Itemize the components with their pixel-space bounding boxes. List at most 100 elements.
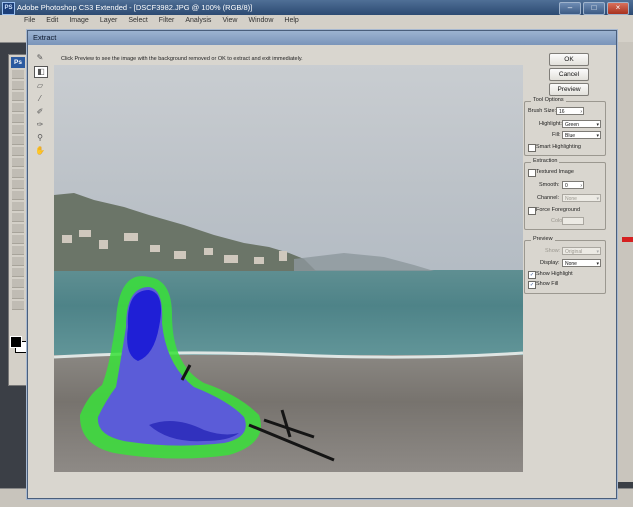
photo-scene [54,193,523,462]
slice-tool[interactable] [12,125,24,134]
type-tool[interactable] [12,235,24,244]
crop-tool[interactable] [12,114,24,123]
instruction-text: Click Preview to see the image with the … [61,56,303,62]
smooth-value: 0 [565,183,568,189]
hand-tool[interactable] [12,290,24,299]
eyedropper-icon[interactable]: ⁄ [34,94,46,104]
stamp-tool[interactable] [12,158,24,167]
chevron-right-icon: › [580,183,582,189]
foreground-color-swatch[interactable] [10,336,22,348]
cancel-button[interactable]: Cancel [549,68,589,81]
menu-item-edit[interactable]: Edit [46,17,58,24]
hand-icon[interactable]: ✋ [34,146,46,156]
channel-label: Channel: [537,195,560,201]
channel-select[interactable]: None ▾ [562,194,601,202]
chevron-down-icon: ▾ [596,249,599,255]
show-highlight-checkbox[interactable]: ✓ [528,271,536,279]
menu-item-analysis[interactable]: Analysis [185,17,211,24]
menu-item-filter[interactable]: Filter [159,17,175,24]
dialog-titlebar: Extract [28,31,616,45]
show-label: Show: [545,248,561,254]
force-foreground-checkbox[interactable] [528,207,536,215]
extract-dialog: Extract ✎ ◧ ▱ ⁄ ✐ ✑ ⚲ ✋ Click Preview to… [27,30,617,499]
eraser-icon[interactable]: ▱ [34,81,46,91]
menu-item-select[interactable]: Select [128,17,147,24]
photoshop-badge: Ps [11,57,25,68]
menu-item-file[interactable]: File [24,17,35,24]
notes-tool[interactable] [12,268,24,277]
close-button[interactable]: × [607,2,629,15]
preview-button[interactable]: Preview [549,83,589,96]
fill-select[interactable]: Blue ▾ [562,131,601,139]
show-fill-checkbox[interactable]: ✓ [528,281,536,289]
chevron-down-icon: ▾ [596,196,599,202]
pen-tool[interactable] [12,224,24,233]
photoshop-logo-icon: PS [2,2,15,15]
menu-item-window[interactable]: Window [248,17,273,24]
smooth-label: Smooth: [539,182,560,188]
highlight-select[interactable]: Green ▾ [562,120,601,128]
healing-brush-tool[interactable] [12,136,24,145]
chevron-right-icon: › [580,109,582,115]
display-label: Display: [540,260,560,266]
menu-item-view[interactable]: View [222,17,237,24]
menu-item-layer[interactable]: Layer [100,17,118,24]
zoom-icon[interactable]: ⚲ [34,133,46,143]
eraser-tool[interactable] [12,180,24,189]
highlight-value: Green [565,122,579,128]
gradient-tool[interactable] [12,191,24,200]
textured-image-label: Textured Image [536,169,574,175]
show-highlight-label: Show Highlight [536,271,573,277]
preview-title: Preview [531,236,555,242]
display-select[interactable]: None ▾ [562,259,601,267]
display-value: None [565,261,577,267]
app-title: Adobe Photoshop CS3 Extended - [DSCF3982… [17,3,253,12]
textured-image-checkbox[interactable] [528,169,536,177]
smooth-input[interactable]: 0 › [562,181,584,189]
edge-highlighter-icon[interactable]: ✎ [34,53,46,63]
app-titlebar: PS Adobe Photoshop CS3 Extended - [DSCF3… [0,0,633,15]
fill-value: Blue [565,133,576,139]
cleanup-icon[interactable]: ✐ [34,107,46,117]
smart-highlighting-checkbox[interactable] [528,144,536,152]
menu-item-image[interactable]: Image [69,17,88,24]
brush-tool[interactable] [12,147,24,156]
ok-button[interactable]: OK [549,53,589,66]
zoom-tool[interactable] [12,301,24,310]
shape-tool[interactable] [12,257,24,266]
dialog-title: Extract [33,33,57,42]
right-panels [617,42,633,482]
force-foreground-label: Force Foreground [536,207,581,213]
tool-options-title: Tool Options [531,97,566,103]
brush-size-label: Brush Size: [528,108,557,114]
color-swatch[interactable] [562,217,584,225]
distant-headland [294,253,434,271]
extraction-group: Extraction Textured Image Smooth: 0 › Ch… [524,158,606,230]
fill-bucket-icon[interactable]: ◧ [34,66,48,78]
lasso-tool[interactable] [12,92,24,101]
show-value: Original [565,249,583,255]
show-select[interactable]: Original ▾ [562,247,601,255]
image-canvas[interactable] [54,65,523,472]
minimize-button[interactable]: – [559,2,581,15]
preview-group: Preview Show: Original ▾ Display: None ▾… [524,236,606,294]
marquee-tool[interactable] [12,81,24,90]
edge-touchup-icon[interactable]: ✑ [34,120,46,130]
history-brush-tool[interactable] [12,169,24,178]
blur-tool[interactable] [12,202,24,211]
eyedropper-tool[interactable] [12,279,24,288]
magic-wand-tool[interactable] [12,103,24,112]
channel-value: None [565,196,577,202]
chevron-down-icon: ▾ [596,122,599,128]
highlight-label: Highlight: [539,121,562,127]
color-indicator [622,237,633,242]
path-selection-tool[interactable] [12,246,24,255]
move-tool[interactable] [12,70,24,79]
brush-size-value: 16 [559,109,565,115]
brush-size-input[interactable]: 16 › [556,107,584,115]
menu-item-help[interactable]: Help [284,17,298,24]
maximize-button[interactable]: □ [583,2,605,15]
chevron-down-icon: ▾ [596,261,599,267]
coastal-hills [54,193,316,271]
dodge-tool[interactable] [12,213,24,222]
